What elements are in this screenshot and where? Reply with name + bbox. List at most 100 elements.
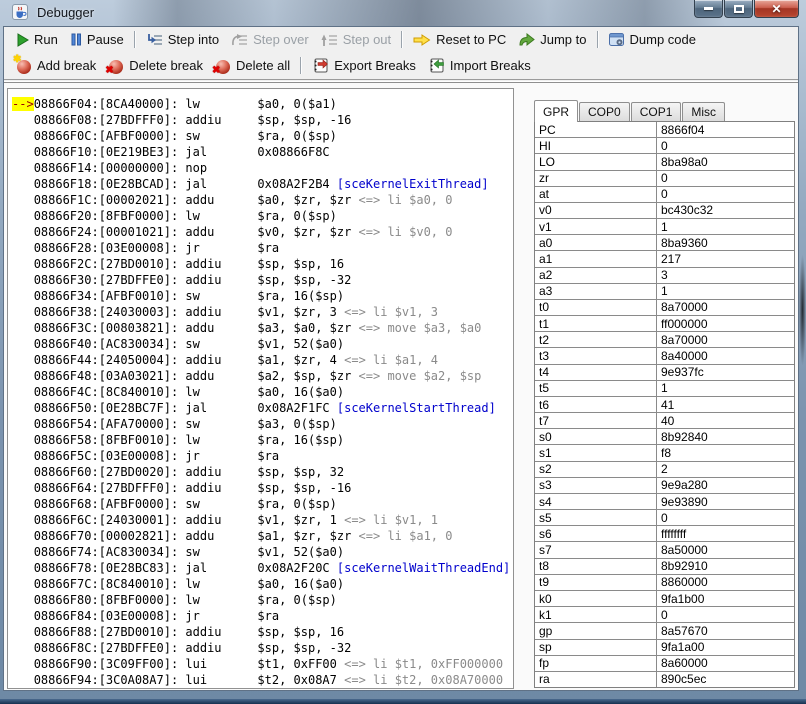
register-row[interactable]: s50 xyxy=(535,510,794,526)
disasm-line[interactable]: 08866F2C:[27BD0010]: addiu$sp, $sp, 16 xyxy=(12,256,513,272)
operands: $ra, 0($sp) xyxy=(257,497,336,511)
disasm-line[interactable]: 08866F3C:[00803821]: addu$a3, $a0, $zr <… xyxy=(12,320,513,336)
register-row[interactable]: a08ba9360 xyxy=(535,235,794,251)
disasm-line[interactable]: 08866F44:[24050004]: addiu$a1, $zr, 4 <=… xyxy=(12,352,513,368)
marker-space xyxy=(12,673,34,687)
register-row[interactable]: s22 xyxy=(535,462,794,478)
disasm-line[interactable]: 08866F60:[27BD0020]: addiu$sp, $sp, 32 xyxy=(12,464,513,480)
register-value: ff000000 xyxy=(657,316,794,331)
disasm-line[interactable]: 08866F38:[24030003]: addiu$v1, $zr, 3 <=… xyxy=(12,304,513,320)
disasm-line[interactable]: 08866F18:[0E28BCAD]: jal0x08A2F2B4 [sceK… xyxy=(12,176,513,192)
disasm-line[interactable]: 08866F78:[0E28BC83]: jal0x08A2F20C [sceK… xyxy=(12,560,513,576)
register-row[interactable]: t98860000 xyxy=(535,575,794,591)
disasm-line[interactable]: 08866F64:[27BDFFF0]: addiu$sp, $sp, -16 xyxy=(12,480,513,496)
disassembly-panel[interactable]: -->08866F04:[8CA40000]: lw$a0, 0($a1) 08… xyxy=(7,88,514,689)
register-row[interactable]: gp8a57670 xyxy=(535,623,794,639)
tab-cop1[interactable]: COP1 xyxy=(631,102,682,121)
register-row[interactable]: s08b92840 xyxy=(535,429,794,445)
run-button[interactable]: Run xyxy=(10,30,64,49)
reset-to-pc-button[interactable]: Reset to PC xyxy=(407,30,512,49)
register-row[interactable]: v0bc430c32 xyxy=(535,203,794,219)
register-row[interactable]: t08a70000 xyxy=(535,300,794,316)
register-row[interactable]: s1f8 xyxy=(535,445,794,461)
register-row[interactable]: t28a70000 xyxy=(535,332,794,348)
disasm-line[interactable]: 08866F50:[0E28BC7F]: jal0x08A2F1FC [sceK… xyxy=(12,400,513,416)
disasm-line[interactable]: 08866F5C:[03E00008]: jr$ra xyxy=(12,448,513,464)
register-row[interactable]: s6ffffffff xyxy=(535,526,794,542)
delete-break-button[interactable]: ✖ Delete break xyxy=(102,56,209,76)
pause-button[interactable]: Pause xyxy=(64,30,130,49)
titlebar[interactable]: Debugger ✕ xyxy=(0,0,806,26)
step-over-button[interactable]: Step over xyxy=(225,30,315,49)
jump-to-button[interactable]: Jump to xyxy=(512,30,592,49)
register-row[interactable]: k10 xyxy=(535,607,794,623)
disasm-line[interactable]: 08866F70:[00002821]: addu$a1, $zr, $zr <… xyxy=(12,528,513,544)
register-row[interactable]: t641 xyxy=(535,397,794,413)
disasm-line[interactable]: 08866F24:[00001021]: addu$v0, $zr, $zr <… xyxy=(12,224,513,240)
step-into-button[interactable]: Step into xyxy=(140,30,225,49)
disasm-line[interactable]: 08866F58:[8FBF0010]: lw$ra, 16($sp) xyxy=(12,432,513,448)
disasm-line[interactable]: 08866F8C:[27BDFFE0]: addiu$sp, $sp, -32 xyxy=(12,640,513,656)
disasm-line[interactable]: 08866F30:[27BDFFE0]: addiu$sp, $sp, -32 xyxy=(12,272,513,288)
disasm-line[interactable]: 08866F1C:[00002021]: addu$a0, $zr, $zr <… xyxy=(12,192,513,208)
disasm-line[interactable]: 08866F74:[AC830034]: sw$v1, 52($a0) xyxy=(12,544,513,560)
disasm-line[interactable]: 08866F7C:[8C840010]: lw$a0, 16($a0) xyxy=(12,576,513,592)
register-row[interactable]: t51 xyxy=(535,381,794,397)
register-row[interactable]: PC8866f04 xyxy=(535,122,794,138)
register-row[interactable]: s78a50000 xyxy=(535,542,794,558)
disasm-line[interactable]: 08866F80:[8FBF0000]: lw$ra, 0($sp) xyxy=(12,592,513,608)
disasm-line[interactable]: 08866F28:[03E00008]: jr$ra xyxy=(12,240,513,256)
tab-misc[interactable]: Misc xyxy=(682,102,725,121)
register-row[interactable]: s49e93890 xyxy=(535,494,794,510)
disasm-line[interactable]: -->08866F04:[8CA40000]: lw$a0, 0($a1) xyxy=(12,96,513,112)
disasm-line[interactable]: 08866F88:[27BD0010]: addiu$sp, $sp, 16 xyxy=(12,624,513,640)
register-row[interactable]: k09fa1b00 xyxy=(535,591,794,607)
disasm-line[interactable]: 08866F10:[0E219BE3]: jal0x08866F8C xyxy=(12,144,513,160)
register-row[interactable]: t1ff000000 xyxy=(535,316,794,332)
register-row[interactable]: ra890c5ec xyxy=(535,672,794,687)
register-row[interactable]: v11 xyxy=(535,219,794,235)
add-break-button[interactable]: ✱ Add break xyxy=(10,56,102,76)
minimize-button[interactable] xyxy=(694,0,723,18)
disasm-line[interactable]: 08866F40:[AC830034]: sw$v1, 52($a0) xyxy=(12,336,513,352)
disasm-line[interactable]: 08866F08:[27BDFFF0]: addiu$sp, $sp, -16 xyxy=(12,112,513,128)
register-row[interactable]: sp9fa1a00 xyxy=(535,640,794,656)
delete-all-button[interactable]: ✖ Delete all xyxy=(209,56,296,76)
disasm-line[interactable]: 08866F94:[3C0A08A7]: lui$t2, 0x08A7 <=> … xyxy=(12,672,513,688)
tab-gpr[interactable]: GPR xyxy=(534,100,578,122)
import-breaks-button[interactable]: Import Breaks xyxy=(422,56,537,75)
disasm-line[interactable]: 08866F6C:[24030001]: addiu$v1, $zr, 1 <=… xyxy=(12,512,513,528)
disasm-line[interactable]: 08866F4C:[8C840010]: lw$a0, 16($a0) xyxy=(12,384,513,400)
register-row[interactable]: at0 xyxy=(535,187,794,203)
close-button[interactable]: ✕ xyxy=(754,0,799,18)
disasm-line[interactable]: 08866F90:[3C09FF00]: lui$t1, 0xFF00 <=> … xyxy=(12,656,513,672)
disasm-line[interactable]: 08866F54:[AFA70000]: sw$a3, 0($sp) xyxy=(12,416,513,432)
register-row[interactable]: t38a40000 xyxy=(535,348,794,364)
disasm-line[interactable]: 08866F14:[00000000]: nop xyxy=(12,160,513,176)
dump-code-button[interactable]: Dump code xyxy=(603,30,702,49)
register-row[interactable]: a23 xyxy=(535,268,794,284)
register-row[interactable]: HI0 xyxy=(535,138,794,154)
disasm-line[interactable]: 08866F0C:[AFBF0000]: sw$ra, 0($sp) xyxy=(12,128,513,144)
register-row[interactable]: t740 xyxy=(535,413,794,429)
register-row[interactable]: t49e937fc xyxy=(535,365,794,381)
disasm-line[interactable]: 08866F20:[8FBF0000]: lw$ra, 0($sp) xyxy=(12,208,513,224)
disasm-line[interactable]: 08866F84:[03E00008]: jr$ra xyxy=(12,608,513,624)
register-row[interactable]: t88b92910 xyxy=(535,559,794,575)
maximize-button[interactable] xyxy=(724,0,753,18)
register-value: 8a50000 xyxy=(657,542,794,557)
step-out-button[interactable]: Step out xyxy=(315,30,397,49)
register-row[interactable]: s39e9a280 xyxy=(535,478,794,494)
register-row[interactable]: zr0 xyxy=(535,171,794,187)
tab-cop0[interactable]: COP0 xyxy=(579,102,630,121)
register-row[interactable]: fp8a60000 xyxy=(535,656,794,672)
disasm-line[interactable]: 08866F68:[AFBF0000]: sw$ra, 0($sp) xyxy=(12,496,513,512)
register-row[interactable]: a1217 xyxy=(535,251,794,267)
export-breaks-button[interactable]: Export Breaks xyxy=(306,56,422,75)
disasm-line[interactable]: 08866F34:[AFBF0010]: sw$ra, 16($sp) xyxy=(12,288,513,304)
import-breaks-icon xyxy=(428,58,445,73)
register-row[interactable]: LO8ba98a0 xyxy=(535,154,794,170)
register-row[interactable]: a31 xyxy=(535,284,794,300)
disasm-line[interactable]: 08866F48:[03A03021]: addu$a2, $sp, $zr <… xyxy=(12,368,513,384)
address-and-opcode: 08866F10:[0E219BE3]: xyxy=(34,145,186,159)
